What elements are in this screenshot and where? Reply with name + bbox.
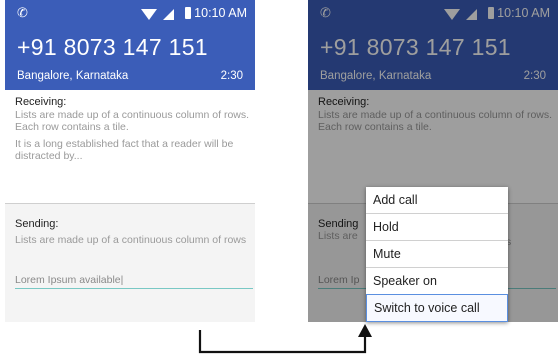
menu-item-hold[interactable]: Hold bbox=[366, 213, 508, 240]
status-bar: ✆ 10:10 AM bbox=[5, 0, 255, 26]
phone-number: +91 8073 147 151 bbox=[17, 34, 208, 60]
sending-title: Sending: bbox=[15, 218, 59, 230]
receiving-text: Lists are made up of a continuous column… bbox=[15, 109, 250, 133]
receiving-title: Receiving: bbox=[15, 96, 67, 108]
phone-screen-before: ✆ 10:10 AM +91 8073 147 151 Bangalore, K… bbox=[5, 0, 255, 322]
menu-item-mute[interactable]: Mute bbox=[366, 240, 508, 267]
caller-location: Bangalore, Karnataka bbox=[17, 70, 129, 82]
menu-item-add-call[interactable]: Add call bbox=[366, 187, 508, 213]
menu-item-switch-to-voice-call[interactable]: Switch to voice call bbox=[366, 294, 508, 322]
receiving-section: Receiving: Lists are made up of a contin… bbox=[5, 90, 255, 204]
sending-text: Lists are made up of a continuous column… bbox=[15, 234, 247, 246]
message-input[interactable]: Lorem Ipsum available| bbox=[15, 272, 253, 289]
call-duration: 2:30 bbox=[220, 70, 243, 82]
call-options-menu: Add call Hold Mute Speaker on Switch to … bbox=[366, 187, 508, 322]
call-icon: ✆ bbox=[17, 5, 28, 20]
call-header: +91 8073 147 151 Bangalore, Karnataka 2:… bbox=[5, 26, 255, 90]
signal-icon bbox=[163, 9, 174, 20]
status-time: 10:10 AM bbox=[194, 6, 247, 20]
wifi-icon bbox=[141, 9, 157, 20]
battery-icon bbox=[185, 7, 191, 19]
receiving-text-2: It is a long established fact that a rea… bbox=[15, 138, 234, 162]
menu-item-speaker-on[interactable]: Speaker on bbox=[366, 267, 508, 294]
sending-section: Sending: Lists are made up of a continuo… bbox=[5, 204, 255, 322]
